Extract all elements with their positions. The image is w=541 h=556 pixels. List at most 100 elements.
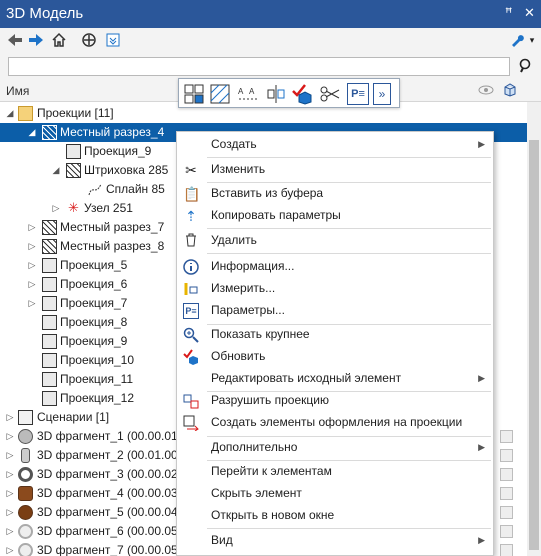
rebuild-check-icon[interactable] xyxy=(291,83,313,105)
expand-icon[interactable]: ▷ xyxy=(5,484,15,503)
expand-icon[interactable]: ▷ xyxy=(27,218,37,237)
menu-item-additional[interactable]: Дополнительно ▶ xyxy=(177,437,493,458)
expand-icon[interactable]: ▷ xyxy=(5,427,15,446)
expand-icon[interactable]: ▷ xyxy=(51,199,61,218)
search-icon[interactable] xyxy=(518,58,534,78)
submenu-arrow-icon: ▶ xyxy=(478,373,485,383)
search-row xyxy=(0,54,541,80)
tree-label: Сценарии [1] xyxy=(37,410,110,424)
menu-item-info[interactable]: Информация... xyxy=(177,256,493,277)
menu-item-open-new-window[interactable]: Открыть в новом окне xyxy=(177,505,493,526)
washer-part-icon xyxy=(18,543,33,556)
menu-item-create-annotations[interactable]: Создать элементы оформления на проекции xyxy=(177,412,493,433)
ring-part-icon xyxy=(18,467,33,482)
menu-item-parameters[interactable]: P≡ Параметры... xyxy=(177,300,493,321)
fragment-status-icon xyxy=(500,506,513,519)
projection-icon xyxy=(42,353,57,368)
collapse-icon[interactable]: ◢ xyxy=(51,161,61,180)
quick-toolbar: AA P≡ » xyxy=(178,78,400,108)
menu-item-go-to-elements[interactable]: Перейти к элементам xyxy=(177,461,493,482)
tree-label: Проекция_5 xyxy=(60,258,128,272)
expand-icon[interactable]: ▷ xyxy=(27,275,37,294)
tree-label: Проекция_6 xyxy=(60,277,128,291)
gear-part-icon xyxy=(18,429,33,444)
fragment-status-icon xyxy=(500,468,513,481)
menu-item-label: Обновить xyxy=(211,349,266,363)
crosshair-icon[interactable] xyxy=(80,31,98,49)
expand-icon[interactable]: ▷ xyxy=(27,237,37,256)
menu-item-refresh[interactable]: Обновить xyxy=(177,346,493,367)
tree-label: Проекция_9 xyxy=(60,334,128,348)
menu-item-label: Изменить xyxy=(211,162,266,176)
projection-icon xyxy=(42,258,57,273)
name-column-header[interactable]: Имя xyxy=(6,84,29,98)
tree-label: Проекция_12 xyxy=(60,391,134,405)
scissors-icon: ✂ xyxy=(185,162,197,178)
expand-icon[interactable]: ▷ xyxy=(5,465,15,484)
close-icon[interactable]: ✕ xyxy=(524,5,535,21)
menu-item-label: Показать крупнее xyxy=(211,327,310,341)
align-icon[interactable] xyxy=(265,83,287,105)
more-tools-icon[interactable]: » xyxy=(373,83,391,105)
copy-params-icon: ⇡ xyxy=(185,208,197,224)
menu-item-edit-source[interactable]: Редактировать исходный элемент ▶ xyxy=(177,368,493,389)
svg-text:A: A xyxy=(249,87,255,96)
context-menu: Создать ▶ ✂ Изменить 📋 Вставить из буфер… xyxy=(176,131,494,556)
tree-label: 3D фрагмент_5 (00.00.04 Ш xyxy=(37,505,193,519)
tree-label: Местный разрез_8 xyxy=(60,239,165,253)
menu-separator xyxy=(207,253,491,254)
expand-icon[interactable]: ▷ xyxy=(27,256,37,275)
fragment-status-icon xyxy=(500,544,513,556)
collapse-icon[interactable]: ◢ xyxy=(5,104,15,123)
expand-icon[interactable]: ▷ xyxy=(27,294,37,313)
menu-item-hide-element[interactable]: Скрыть элемент xyxy=(177,483,493,504)
node-icon: ✳ xyxy=(68,200,79,215)
menu-item-label: Редактировать исходный элемент xyxy=(211,371,402,385)
fragment-status-icon xyxy=(500,487,513,500)
chevron-down-icon[interactable]: ▾ xyxy=(527,31,537,49)
menu-item-paste[interactable]: 📋 Вставить из буфера xyxy=(177,183,493,204)
scenario-icon xyxy=(18,410,33,425)
destroy-projection-icon xyxy=(183,393,199,409)
collapse-icon[interactable]: ◢ xyxy=(27,123,37,142)
menu-item-measure[interactable]: Измерить... xyxy=(177,278,493,299)
back-arrow-icon[interactable] xyxy=(6,31,24,49)
tree-label: 3D фрагмент_6 (00.00.05 К xyxy=(37,524,189,538)
projection-icon xyxy=(42,391,57,406)
expand-icon[interactable]: ▷ xyxy=(5,446,15,465)
scissors-icon[interactable] xyxy=(319,83,341,105)
expand-icon[interactable]: ▷ xyxy=(5,408,15,427)
tree-label: 3D фрагмент_1 (00.00.01 К xyxy=(37,429,189,443)
menu-item-label: Информация... xyxy=(211,259,295,273)
home-icon[interactable] xyxy=(50,31,68,49)
pin-icon[interactable]: ꟸ xyxy=(505,5,513,21)
dimension-icon[interactable]: AA xyxy=(237,83,259,105)
wrench-icon[interactable] xyxy=(508,31,526,49)
scrollbar-thumb[interactable] xyxy=(529,140,539,550)
toolbar: ▾ xyxy=(0,28,541,54)
menu-item-edit[interactable]: ✂ Изменить xyxy=(177,159,493,180)
section-hatch-icon[interactable] xyxy=(209,83,231,105)
menu-separator xyxy=(207,528,491,529)
expand-icon[interactable]: ▷ xyxy=(5,522,15,541)
cube-icon[interactable] xyxy=(503,83,517,100)
menu-item-copy-params[interactable]: ⇡ Копировать параметры xyxy=(177,205,493,226)
tree-label: 3D фрагмент_7 (00.00.05 К xyxy=(37,543,189,556)
menu-item-destroy-projection[interactable]: Разрушить проекцию xyxy=(177,390,493,411)
parameters-icon[interactable]: P≡ xyxy=(347,83,369,105)
layout-views-icon[interactable] xyxy=(183,83,205,105)
menu-item-view[interactable]: Вид ▶ xyxy=(177,530,493,551)
measure-icon xyxy=(183,281,199,297)
menu-item-zoom[interactable]: Показать крупнее xyxy=(177,324,493,345)
projection-icon xyxy=(42,372,57,387)
tree-label: Местный разрез_4 xyxy=(60,125,165,139)
fragment-status-icon xyxy=(500,449,513,462)
forward-arrow-icon[interactable] xyxy=(27,31,45,49)
menu-item-create[interactable]: Создать ▶ xyxy=(177,134,493,155)
expand-icon[interactable]: ▷ xyxy=(5,541,15,556)
search-input[interactable] xyxy=(8,57,510,76)
eye-icon[interactable] xyxy=(478,84,494,99)
expand-icon[interactable]: ▷ xyxy=(5,503,15,522)
filter-dropdown-icon[interactable] xyxy=(104,31,122,49)
menu-item-delete[interactable]: Удалить xyxy=(177,230,493,251)
